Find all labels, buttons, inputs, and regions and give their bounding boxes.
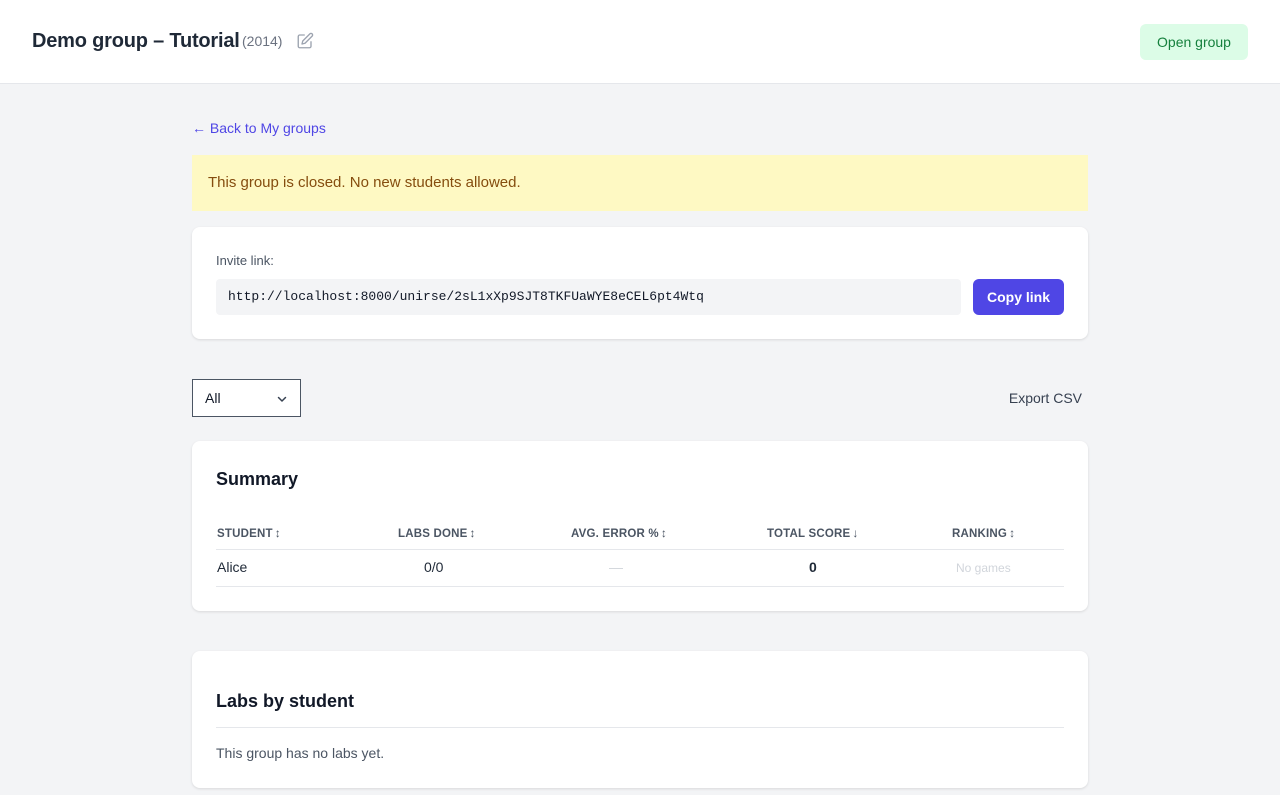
page-title: Demo group – Tutorial xyxy=(32,30,240,52)
back-to-groups-link[interactable]: ← Back to My groups xyxy=(192,120,326,136)
cell-avg-error: — xyxy=(609,559,623,575)
invite-label: Invite link: xyxy=(216,253,274,268)
column-header-label: LABS DONE xyxy=(398,528,468,540)
sort-icon: ↕ xyxy=(660,526,668,540)
invite-link-field[interactable]: http://localhost:8000/unirse/2sL1xXp9SJT… xyxy=(216,279,961,315)
cell-ranking: No games xyxy=(956,561,1011,575)
closed-group-alert: This group is closed. No new students al… xyxy=(192,155,1088,211)
column-header-total-score[interactable]: TOTAL SCORE ↓ xyxy=(767,526,859,540)
column-header-label: AVG. ERROR % xyxy=(571,528,659,540)
student-filter-select[interactable]: All xyxy=(192,379,301,417)
labs-empty-message: This group has no labs yet. xyxy=(216,745,385,761)
column-header-label: TOTAL SCORE xyxy=(767,528,851,540)
copy-link-button[interactable]: Copy link xyxy=(973,279,1064,315)
group-year: (2014) xyxy=(242,33,283,49)
summary-card: Summary STUDENT ↕ LABS DONE ↕ AVG. ERROR %… xyxy=(192,441,1088,611)
export-csv-button[interactable]: Export CSV xyxy=(986,387,1082,409)
sort-icon: ↕ xyxy=(1009,526,1016,540)
cell-labs-done: 0/0 xyxy=(424,559,444,575)
labs-title: Labs by student xyxy=(216,691,355,711)
cell-student: Alice xyxy=(217,559,248,575)
column-header-labs-done[interactable]: LABS DONE ↕ xyxy=(398,526,476,540)
chevron-down-icon xyxy=(277,396,287,402)
column-header-label: STUDENT xyxy=(217,528,273,540)
invite-card: Invite link: http://localhost:8000/unirs… xyxy=(192,227,1088,339)
pencil-square-icon[interactable] xyxy=(296,32,314,50)
labs-divider xyxy=(216,727,1064,728)
sort-icon: ↕ xyxy=(469,526,476,540)
top-bar: Demo group – Tutorial (2014) Open group xyxy=(0,0,1280,84)
filter-selected-value: All xyxy=(205,390,221,406)
labs-card: Labs by student This group has no labs y… xyxy=(192,651,1088,788)
column-header-ranking[interactable]: RANKING ↕ xyxy=(952,526,1015,540)
summary-title: Summary xyxy=(216,469,299,489)
column-header-label: RANKING xyxy=(952,528,1008,540)
sort-icon: ↓ xyxy=(852,526,859,540)
open-group-button[interactable]: Open group xyxy=(1140,24,1248,60)
column-header-avg-error[interactable]: AVG. ERROR % ↕ xyxy=(571,526,667,540)
table-divider xyxy=(216,586,1064,587)
table-divider xyxy=(216,549,1064,550)
cell-total-score: 0 xyxy=(809,559,817,575)
sort-icon: ↕ xyxy=(274,526,281,540)
column-header-student[interactable]: STUDENT ↕ xyxy=(217,526,281,540)
alert-message: This group is closed. No new students al… xyxy=(208,174,521,191)
